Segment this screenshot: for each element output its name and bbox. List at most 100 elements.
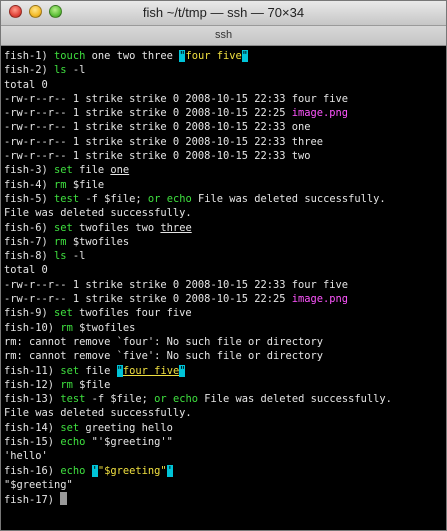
terminal-text-segment: -l — [66, 64, 86, 77]
terminal-text-segment: total 0 — [4, 78, 48, 91]
terminal-line: fish-8) ls -l — [4, 249, 444, 263]
terminal-text-segment: four five — [122, 364, 180, 377]
terminal-line: fish-11) set file "four five" — [4, 364, 444, 378]
terminal-text-segment: $file — [66, 178, 105, 191]
terminal-text-segment: -rw-r--r-- 1 strike strike 0 2008-10-15 … — [4, 92, 349, 105]
terminal-text-segment: " — [241, 50, 249, 62]
terminal-text-segment: or — [154, 393, 167, 406]
terminal-text-segment: fish-2) — [4, 64, 55, 77]
terminal-text-segment: -l — [66, 250, 86, 263]
terminal-line: fish-13) test -f $file; or echo File was… — [4, 392, 444, 406]
terminal-text-segment: " — [179, 364, 186, 377]
terminal-text-segment: fish-17) — [4, 494, 61, 507]
terminal-output[interactable]: fish-1) touch one two three "four five" f… — [4, 49, 444, 527]
terminal-text-segment: ls — [54, 250, 67, 263]
terminal-text-segment: -rw-r--r-- 1 strike strike 0 2008-10-15 … — [4, 278, 349, 291]
terminal-text-segment: three — [160, 221, 192, 234]
terminal-text-segment: set — [54, 164, 73, 177]
terminal-text-segment: -rw-r--r-- 1 strike strike 0 2008-10-15 … — [4, 293, 292, 306]
tab-bar: ssh — [1, 26, 446, 46]
terminal-line: fish-2) ls -l — [4, 63, 444, 77]
terminal-text-segment: -f $file; — [85, 393, 155, 406]
terminal-text-segment: echo — [60, 436, 86, 449]
terminal-text-segment: echo — [172, 393, 198, 406]
terminal-line: fish-14) set greeting hello — [4, 421, 444, 435]
terminal-text-segment: $file — [72, 378, 111, 391]
terminal-text-segment: set — [60, 364, 80, 377]
terminal-text-segment: one — [110, 164, 130, 177]
terminal-text-segment: 'hello' — [4, 450, 48, 463]
terminal-text-segment: set — [54, 221, 73, 234]
terminal-text-segment: fish-5) — [4, 192, 55, 205]
terminal-text-segment: rm — [54, 178, 67, 191]
terminal-text-segment: echo — [166, 192, 192, 205]
terminal-text-segment: set — [60, 421, 80, 434]
terminal-text-segment: -rw-r--r-- 1 strike strike 0 2008-10-15 … — [4, 135, 324, 148]
terminal-text-segment: fish-3) — [4, 164, 55, 177]
terminal-text-segment: "'$greeting'" — [85, 436, 173, 449]
terminal-text-segment: twofiles four five — [72, 307, 192, 320]
terminal-text-segment: echo — [60, 464, 86, 477]
terminal-text-segment: image.png — [291, 293, 349, 306]
terminal-text-segment: fish-9) — [4, 307, 55, 320]
terminal-text-segment: fish-1) — [4, 50, 55, 62]
terminal-text-segment: fish-6) — [4, 221, 55, 234]
terminal-line: fish-9) set twofiles four five — [4, 306, 444, 320]
terminal-text-segment: greeting hello — [79, 421, 173, 434]
terminal-text-segment: rm: cannot remove `four': No such file o… — [4, 335, 324, 348]
terminal-line: rm: cannot remove `four': No such file o… — [4, 335, 444, 349]
terminal-text-segment: one two three — [85, 50, 180, 62]
terminal-line: File was deleted successfully. — [4, 206, 444, 220]
terminal-line: fish-7) rm $twofiles — [4, 235, 444, 249]
terminal-line: fish-17) — [4, 492, 444, 506]
terminal-line: fish-16) echo '"$greeting"' — [4, 464, 444, 478]
terminal-line: "$greeting" — [4, 478, 444, 492]
terminal-text-segment: -f $file; — [79, 192, 148, 205]
terminal-text-segment: fish-8) — [4, 250, 55, 263]
terminal-text-segment: -rw-r--r-- 1 strike strike 0 2008-10-15 … — [4, 107, 292, 120]
terminal-line: fish-1) touch one two three "four five" — [4, 49, 444, 63]
terminal-text-segment: "$greeting" — [97, 464, 167, 477]
terminal-line: -rw-r--r-- 1 strike strike 0 2008-10-15 … — [4, 92, 444, 106]
terminal-text-segment: fish-16) — [4, 464, 61, 477]
terminal-text-segment: test — [60, 393, 86, 406]
terminal-line: fish-10) rm $twofiles — [4, 321, 444, 335]
terminal-text-segment: File was deleted successfully. — [4, 207, 192, 220]
terminal-text-segment: ls — [54, 64, 67, 77]
text-cursor — [60, 492, 68, 506]
terminal-text-segment: four five — [185, 50, 242, 62]
terminal-text-segment: File was deleted successfully. — [191, 192, 386, 205]
terminal-text-segment: ' — [166, 464, 173, 477]
tab-ssh[interactable]: ssh — [1, 26, 446, 45]
terminal-text-segment: file — [72, 164, 111, 177]
terminal-line: -rw-r--r-- 1 strike strike 0 2008-10-15 … — [4, 120, 444, 134]
terminal-text-segment: rm — [54, 235, 67, 248]
terminal-line: fish-15) echo "'$greeting'" — [4, 435, 444, 449]
terminal-line: -rw-r--r-- 1 strike strike 0 2008-10-15 … — [4, 135, 444, 149]
terminal-line: rm: cannot remove `five': No such file o… — [4, 349, 444, 363]
terminal-line: -rw-r--r-- 1 strike strike 0 2008-10-15 … — [4, 278, 444, 292]
terminal-text-segment: fish-14) — [4, 421, 61, 434]
terminal-line: fish-12) rm $file — [4, 378, 444, 392]
terminal-text-segment: File was deleted successfully. — [4, 407, 192, 420]
terminal-text-segment: $twofiles — [72, 321, 136, 334]
terminal-text-segment: fish-12) — [4, 378, 61, 391]
title-bar[interactable]: fish ~/t/tmp — ssh — 70×34 — [1, 1, 446, 26]
terminal-text-segment: $twofiles — [66, 235, 130, 248]
terminal-text-segment: set — [54, 307, 73, 320]
terminal-line: fish-4) rm $file — [4, 178, 444, 192]
terminal-line: fish-6) set twofiles two three — [4, 221, 444, 235]
terminal-text-segment: rm — [60, 321, 73, 334]
terminal-line: File was deleted successfully. — [4, 406, 444, 420]
terminal-line: total 0 — [4, 78, 444, 92]
terminal-window: fish ~/t/tmp — ssh — 70×34 ssh fish-1) t… — [0, 0, 447, 531]
terminal-text-segment: fish-15) — [4, 436, 61, 449]
terminal-line: -rw-r--r-- 1 strike strike 0 2008-10-15 … — [4, 149, 444, 163]
terminal-line: 'hello' — [4, 449, 444, 463]
terminal-line: -rw-r--r-- 1 strike strike 0 2008-10-15 … — [4, 292, 444, 306]
terminal-text-segment: test — [54, 192, 80, 205]
terminal-text-segment: File was deleted successfully. — [197, 393, 392, 406]
window-title: fish ~/t/tmp — ssh — 70×34 — [142, 5, 305, 20]
terminal-text-segment: "$greeting" — [4, 478, 73, 491]
